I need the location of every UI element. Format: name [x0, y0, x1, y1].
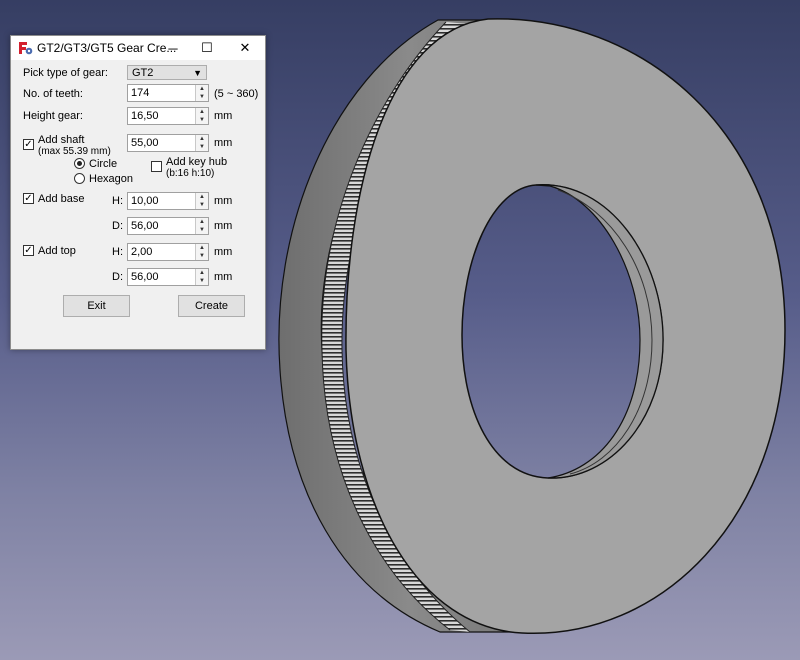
- add-shaft-label: Add shaft: [38, 134, 85, 146]
- spin-down-icon[interactable]: ▼: [196, 201, 208, 209]
- spin-up-icon[interactable]: ▲: [196, 108, 208, 116]
- height-unit: mm: [214, 110, 233, 122]
- add-base-checkbox[interactable]: ✓: [23, 193, 34, 204]
- top-d-label: D:: [112, 271, 123, 283]
- add-key-hub-checkbox[interactable]: [151, 161, 162, 172]
- gear-type-label: Pick type of gear:: [23, 67, 108, 79]
- spin-up-icon[interactable]: ▲: [196, 244, 208, 252]
- base-height-spinbox[interactable]: 10,00 ▲ ▼: [127, 192, 209, 210]
- teeth-spinbox[interactable]: 174 ▲ ▼: [127, 84, 209, 102]
- add-top-checkbox[interactable]: ✓: [23, 245, 34, 256]
- base-diameter-value: 56,00: [131, 220, 159, 232]
- create-button[interactable]: Create: [178, 295, 245, 317]
- spin-up-icon[interactable]: ▲: [196, 135, 208, 143]
- spin-down-icon[interactable]: ▼: [196, 277, 208, 285]
- height-label: Height gear:: [23, 110, 83, 122]
- height-spinbox[interactable]: 16,50 ▲ ▼: [127, 107, 209, 125]
- key-hub-dims: (b:16 h:10): [166, 168, 215, 179]
- top-diameter-value: 56,00: [131, 271, 159, 283]
- base-height-value: 10,00: [131, 195, 159, 207]
- top-height-value: 2,00: [131, 246, 153, 258]
- key-hub-label: Add key hub: [166, 156, 228, 168]
- add-top-label: Add top: [38, 245, 76, 257]
- gear-creator-dialog: GT2/GT3/GT5 Gear Cre... ─ ☐ ✕ Pick type …: [10, 35, 266, 350]
- teeth-range-hint: (5 ~ 360): [214, 88, 259, 100]
- chevron-down-icon: ▼: [193, 68, 202, 78]
- hexagon-radio[interactable]: [74, 173, 85, 184]
- base-d-unit: mm: [214, 220, 233, 232]
- base-h-unit: mm: [214, 195, 233, 207]
- spin-up-icon[interactable]: ▲: [196, 269, 208, 277]
- title-bar[interactable]: GT2/GT3/GT5 Gear Cre... ─ ☐ ✕: [11, 36, 265, 60]
- add-base-label: Add base: [38, 193, 85, 205]
- exit-button[interactable]: Exit: [63, 295, 130, 317]
- gear-type-value: GT2: [132, 67, 154, 79]
- top-diameter-spinbox[interactable]: 56,00 ▲ ▼: [127, 268, 209, 286]
- hexagon-label: Hexagon: [89, 173, 134, 185]
- spin-up-icon[interactable]: ▲: [196, 218, 208, 226]
- spin-up-icon[interactable]: ▲: [196, 85, 208, 93]
- add-shaft-checkbox[interactable]: ✓: [23, 139, 34, 150]
- base-diameter-spinbox[interactable]: 56,00 ▲ ▼: [127, 217, 209, 235]
- shaft-value: 55,00: [131, 137, 159, 149]
- minimize-button[interactable]: ─: [156, 36, 190, 60]
- shaft-spinbox[interactable]: 55,00 ▲ ▼: [127, 134, 209, 152]
- spin-down-icon[interactable]: ▼: [196, 143, 208, 151]
- base-d-label: D:: [112, 220, 123, 232]
- spin-up-icon[interactable]: ▲: [196, 193, 208, 201]
- circle-radio[interactable]: [74, 158, 85, 169]
- circle-label: Circle: [89, 158, 118, 170]
- gear-type-select[interactable]: GT2 ▼: [127, 65, 207, 80]
- shaft-unit: mm: [214, 137, 233, 149]
- top-d-unit: mm: [214, 271, 233, 283]
- shaft-max-hint: (max 55.39 mm): [38, 146, 111, 157]
- maximize-button[interactable]: ☐: [190, 36, 224, 60]
- spin-down-icon[interactable]: ▼: [196, 116, 208, 124]
- spin-down-icon[interactable]: ▼: [196, 93, 208, 101]
- top-h-label: H:: [112, 246, 123, 258]
- top-h-unit: mm: [214, 246, 233, 258]
- freecad-app-icon: [19, 42, 33, 55]
- spin-down-icon[interactable]: ▼: [196, 226, 208, 234]
- close-button[interactable]: ✕: [228, 36, 262, 60]
- teeth-label: No. of teeth:: [23, 88, 83, 100]
- top-height-spinbox[interactable]: 2,00 ▲ ▼: [127, 243, 209, 261]
- teeth-value: 174: [131, 87, 150, 99]
- spin-down-icon[interactable]: ▼: [196, 252, 208, 260]
- base-h-label: H:: [112, 195, 123, 207]
- height-value: 16,50: [131, 110, 159, 122]
